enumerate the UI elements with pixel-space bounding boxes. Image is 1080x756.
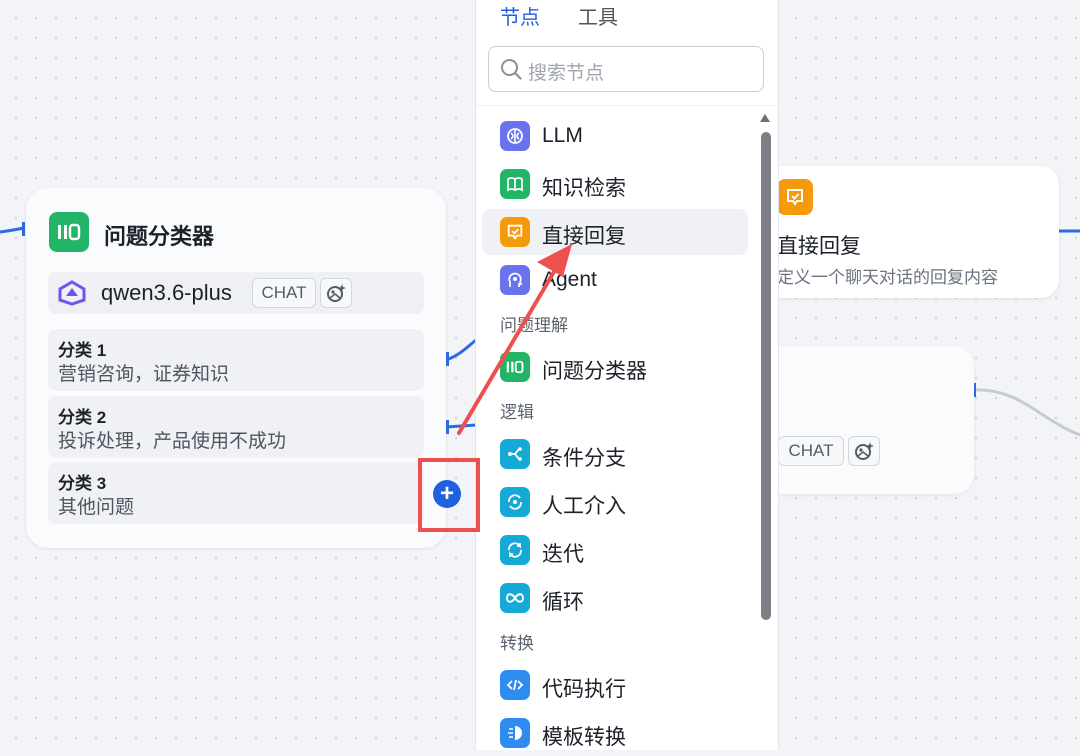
search-icon (500, 58, 522, 85)
node-item-code-execution[interactable]: 代码执行 (482, 662, 748, 708)
reply-icon (777, 179, 813, 215)
node-item-direct-reply[interactable]: 直接回复 (482, 209, 748, 255)
divider (476, 105, 778, 106)
chat-badge: CHAT (778, 436, 844, 466)
branch-icon (500, 439, 530, 469)
tab-tools[interactable]: 工具 (578, 0, 618, 34)
classifier-icon (49, 212, 89, 252)
infinity-icon (500, 583, 530, 613)
group-label: 逻辑 (500, 403, 534, 422)
node-item-agent[interactable]: Agent (482, 257, 748, 303)
search-placeholder: 搜索节点 (528, 63, 605, 84)
reply-icon (500, 217, 530, 247)
category-item[interactable]: 分类 3 其他问题 (48, 462, 424, 524)
node-item-template-transform[interactable]: 模板转换 (482, 710, 748, 756)
category-title: 分类 3 (58, 474, 107, 493)
category-item[interactable]: 分类 2 投诉处理，产品使用不成功 (48, 396, 424, 458)
category-desc: 投诉处理，产品使用不成功 (58, 431, 287, 452)
scrollbar-thumb[interactable] (761, 132, 771, 620)
category-desc: 营销咨询，证券知识 (58, 364, 230, 385)
group-label: 转换 (500, 634, 534, 653)
question-classifier-node[interactable]: 问题分类器 qwen3.6-plus CHAT 分类 1 营销咨询，证券知识 分… (26, 188, 446, 548)
node-item-condition-branch[interactable]: 条件分支 (482, 431, 748, 477)
category-title: 分类 2 (58, 408, 107, 427)
node-item-label: 人工介入 (542, 495, 626, 518)
category-desc: 其他问题 (58, 497, 135, 518)
node-title: 直接回复 (777, 235, 861, 258)
node-item-label: Agent (542, 268, 597, 291)
node-item-label: 条件分支 (542, 447, 626, 470)
search-input[interactable]: 搜索节点 (488, 46, 764, 92)
node-item-llm[interactable]: LLM (482, 113, 748, 159)
node-picker-panel: 节点 工具 搜索节点 LLM 知识检索 直接回复 Agent 问题理解 问题分类… (475, 0, 779, 750)
node-item-label: 迭代 (542, 543, 584, 566)
node-item-label: LLM (542, 124, 583, 147)
image-sparkle-icon[interactable] (848, 436, 880, 466)
node-item-label: 直接回复 (542, 225, 626, 248)
iterate-icon (500, 535, 530, 565)
node-item-label: 循环 (542, 591, 584, 614)
image-sparkle-icon[interactable] (320, 278, 352, 308)
human-icon (500, 487, 530, 517)
node-item-loop[interactable]: 循环 (482, 575, 748, 621)
code-icon (500, 670, 530, 700)
node-description: 定义一个聊天对话的回复内容 (777, 268, 998, 287)
node-item-label: 问题分类器 (542, 360, 647, 383)
node-item-label: 知识检索 (542, 177, 626, 200)
node-item-iteration[interactable]: 迭代 (482, 527, 748, 573)
tab-nodes[interactable]: 节点 (500, 0, 540, 34)
direct-reply-node[interactable]: 直接回复 定义一个聊天对话的回复内容 (759, 166, 1059, 298)
model-name: qwen3.6-plus (101, 280, 232, 305)
node-item-human-intervention[interactable]: 人工介入 (482, 479, 748, 525)
model-selector[interactable]: qwen3.6-plus CHAT (48, 272, 424, 314)
node-item-label: 模板转换 (542, 726, 626, 749)
category-title: 分类 1 (58, 341, 107, 360)
node-item-label: 代码执行 (542, 678, 626, 701)
brain-icon (500, 121, 530, 151)
node-title: 问题分类器 (104, 224, 215, 249)
template-icon (500, 718, 530, 748)
qwen-logo-icon (58, 280, 86, 311)
node-item-knowledge-retrieval[interactable]: 知识检索 (482, 161, 748, 207)
chat-badge: CHAT (252, 278, 316, 308)
plus-icon[interactable]: + (433, 480, 461, 508)
book-icon (500, 169, 530, 199)
classifier-icon (500, 352, 530, 382)
category-item[interactable]: 分类 1 营销咨询，证券知识 (48, 329, 424, 391)
node-item-question-classifier[interactable]: 问题分类器 (482, 344, 748, 390)
group-label: 问题理解 (500, 316, 568, 335)
agent-head-icon (500, 265, 530, 295)
